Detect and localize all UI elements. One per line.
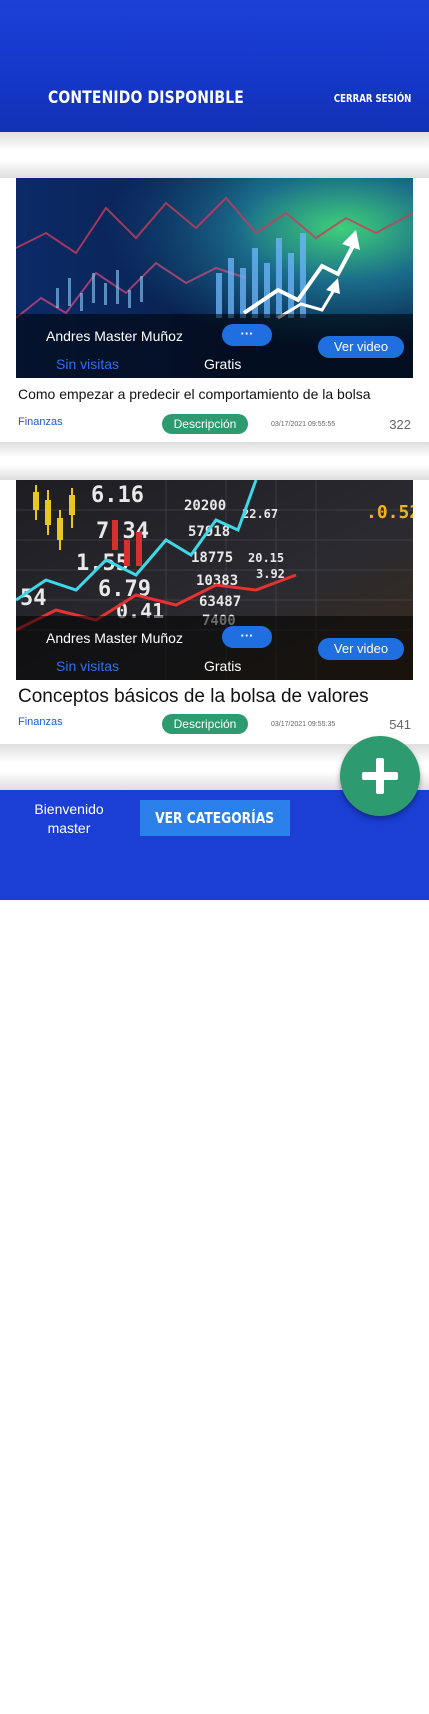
course-card: 6.16 20200 7.34 57918 1.55 18775 20.15 6… bbox=[16, 480, 413, 744]
add-content-button[interactable] bbox=[340, 736, 420, 816]
views-count: 541 bbox=[389, 717, 411, 732]
welcome-message: Bienvenido master bbox=[34, 801, 104, 836]
ticker-number: 18775 bbox=[191, 550, 233, 566]
divider-band bbox=[0, 442, 429, 480]
ticker-number: 63487 bbox=[199, 594, 241, 610]
page-title: CONTENIDO DISPONIBLE bbox=[48, 88, 244, 108]
view-categories-button[interactable]: VER CATEGORÍAS bbox=[140, 800, 290, 836]
price-label: Gratis bbox=[204, 356, 242, 372]
home-icon[interactable] bbox=[200, 1682, 232, 1714]
top-app-bar: CONTENIDO DISPONIBLE CERRAR SESIÓN bbox=[0, 0, 429, 132]
course-thumbnail[interactable]: 6.16 20200 7.34 57918 1.55 18775 20.15 6… bbox=[16, 480, 413, 680]
price-label: Gratis bbox=[204, 658, 242, 674]
plus-icon-bar bbox=[376, 758, 384, 794]
watch-video-button[interactable]: Ver video bbox=[318, 336, 404, 358]
system-nav-bar bbox=[0, 1664, 429, 1714]
visits-count: Sin visitas bbox=[56, 356, 120, 372]
card-overlay: Andres Master Muñoz ··· Sin visitas Grat… bbox=[16, 616, 413, 680]
visits-count: Sin visitas bbox=[56, 658, 120, 674]
more-options-button[interactable]: ··· bbox=[222, 324, 272, 346]
ticker-number: 6.16 bbox=[91, 483, 144, 508]
course-title: Como empezar a predecir el comportamient… bbox=[18, 386, 371, 402]
ticker-number: 22.67 bbox=[242, 507, 278, 521]
author-name: Andres Master Muñoz bbox=[46, 328, 183, 344]
course-thumbnail[interactable]: Andres Master Muñoz ··· Sin visitas Grat… bbox=[16, 178, 413, 378]
course-card: Andres Master Muñoz ··· Sin visitas Grat… bbox=[16, 178, 413, 442]
ticker-number: 20200 bbox=[184, 498, 226, 514]
back-icon[interactable] bbox=[303, 1683, 321, 1701]
description-button[interactable]: Descripción bbox=[162, 714, 248, 734]
view-categories-label: VER CATEGORÍAS bbox=[155, 809, 275, 827]
course-category: Finanzas bbox=[18, 416, 63, 428]
logout-button[interactable]: CERRAR SESIÓN bbox=[333, 92, 411, 105]
card-overlay: Andres Master Muñoz ··· Sin visitas Grat… bbox=[16, 314, 413, 378]
ticker-number: 20.15 bbox=[248, 551, 284, 565]
divider-band bbox=[0, 132, 429, 178]
course-category: Finanzas bbox=[18, 716, 63, 728]
ticker-number: 3.92 bbox=[256, 567, 285, 581]
watch-video-button[interactable]: Ver video bbox=[318, 638, 404, 660]
course-title: Conceptos básicos de la bolsa de valores bbox=[18, 686, 369, 707]
course-date: 03/17/2021 09:55:55 bbox=[271, 421, 336, 428]
ticker-number: .0.52 bbox=[366, 502, 413, 523]
author-name: Andres Master Muñoz bbox=[46, 630, 183, 646]
recent-apps-icon[interactable] bbox=[110, 1688, 124, 1694]
more-options-button[interactable]: ··· bbox=[222, 626, 272, 648]
course-date: 03/17/2021 09:55:35 bbox=[271, 721, 336, 728]
views-count: 322 bbox=[389, 417, 411, 432]
description-button[interactable]: Descripción bbox=[162, 414, 248, 434]
